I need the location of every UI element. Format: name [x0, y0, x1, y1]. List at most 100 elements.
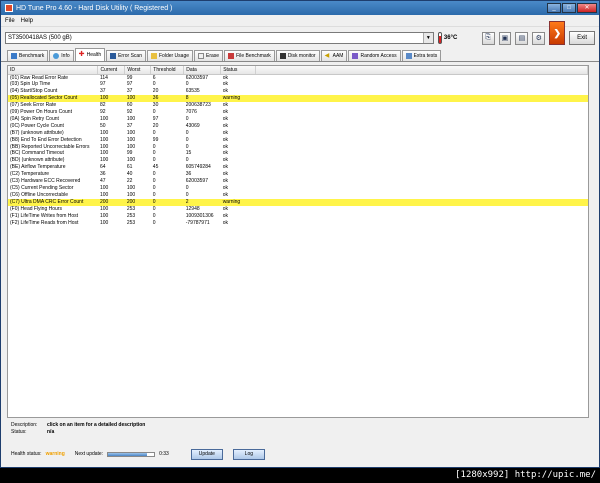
cell-status: warning — [220, 95, 256, 103]
table-row[interactable]: (F1) LifeTime Writes from Host 100 253 0 100… — [8, 213, 588, 220]
tab-health[interactable]: ✚ Health — [74, 48, 106, 61]
toolbar: ST3500418AS (500 gB) ▼ 36°C ⎘ ▣ ▤ ⚙ ❯ Ex… — [1, 21, 599, 49]
tab-label: Erase — [206, 53, 220, 59]
close-button[interactable]: ✕ — [577, 3, 597, 13]
cell-worst: 200 — [124, 198, 151, 206]
column-header-status[interactable]: Status — [220, 66, 257, 75]
cell-data: 63535 — [185, 88, 200, 95]
table-row[interactable]: (C5) Current Pending Sector 100 100 0 0 ok — [8, 185, 588, 192]
cell-threshold: 0 — [152, 129, 156, 136]
cell-worst: 100 — [126, 129, 136, 136]
menu-file[interactable]: File — [5, 18, 15, 24]
cell-id: (C6) Offline Uncorrectable — [10, 191, 68, 198]
tab-disk-monitor[interactable]: Disk monitor — [275, 50, 320, 61]
cell-current: 100 — [99, 185, 109, 191]
hdtune-logo-icon: ❯ — [549, 21, 566, 45]
table-row[interactable]: (F2) LifeTime Reads from Host 100 253 0 -797… — [8, 220, 588, 227]
cell-current: 200 — [97, 198, 125, 206]
table-row[interactable]: (0A) Spin Retry Count 100 100 97 0 ok — [8, 116, 588, 123]
update-button[interactable]: Update — [190, 448, 223, 460]
cell-worst: 100 — [126, 185, 136, 191]
table-row[interactable]: (F0) Head Flying Hours 100 253 0 12948 ok — [8, 206, 588, 213]
cell-data: 0 — [185, 191, 189, 198]
table-row[interactable]: (BB) Reported Uncorrectable Errors 100 100… — [8, 144, 588, 151]
table-row[interactable]: (BD) (unknown attribute) 100 100 0 0 ok — [8, 157, 588, 164]
title-bar[interactable]: HD Tune Pro 4.60 - Hard Disk Utility ( R… — [1, 1, 599, 15]
tab-folder-usage[interactable]: Folder Usage — [147, 50, 194, 61]
column-header-threshold[interactable]: Threshold — [150, 66, 185, 75]
cell-filler — [256, 137, 588, 144]
file-benchmark-icon — [228, 53, 235, 59]
table-row[interactable]: (B7) (unknown attribute) 100 100 0 0 ok — [8, 130, 588, 137]
cell-worst: 37 — [126, 88, 133, 95]
tab-erase[interactable]: Erase — [194, 50, 224, 61]
cell-filler — [256, 150, 588, 157]
cell-worst: 253 — [126, 219, 136, 226]
drive-select[interactable]: ST3500418AS (500 gB) ▼ — [5, 32, 434, 44]
cell-filler — [256, 220, 588, 227]
exit-button[interactable]: Exit — [569, 31, 595, 45]
error-scan-icon — [110, 53, 117, 59]
cell-data: 0 — [185, 136, 189, 143]
cell-current: 100 — [99, 205, 109, 212]
save-screenshot-button[interactable]: ▤ — [515, 31, 529, 45]
extra-tests-icon — [405, 53, 412, 59]
table-row[interactable]: (05) Reallocated Sector Count 100 100 36 8 wa… — [8, 95, 588, 103]
minimize-button[interactable]: _ — [547, 3, 561, 13]
tab-aam[interactable]: ◀ AAM — [320, 50, 348, 61]
tab-file-benchmark[interactable]: File Benchmark — [224, 50, 275, 61]
cell-status: ok — [222, 102, 228, 109]
cell-id: (BD) (unknown attribute) — [10, 157, 65, 164]
column-header-worst[interactable]: Worst — [124, 66, 152, 75]
tab-extra-tests[interactable]: Extra tests — [401, 50, 442, 61]
cell-data: 12948 — [185, 205, 200, 212]
cell-threshold: 45 — [152, 164, 159, 171]
copy-text-button[interactable]: ⎘ — [481, 31, 495, 45]
column-header-id[interactable]: ID — [8, 66, 99, 75]
tab-benchmark[interactable]: Benchmark — [7, 50, 49, 61]
cell-threshold: 0 — [152, 219, 156, 226]
options-button[interactable]: ⚙ — [532, 31, 546, 45]
table-row[interactable]: (C7) Ultra DMA CRC Error Count 200 200 0 2 wa… — [8, 198, 588, 206]
cell-threshold: 0 — [150, 198, 184, 206]
table-row[interactable]: (07) Seek Error Rate 82 60 30 200638723 ok — [8, 102, 588, 109]
table-row[interactable]: (BC) Command Timeout 100 99 0 15 ok — [8, 150, 588, 157]
table-row[interactable]: (BE) Airflow Temperature 64 61 45 605749284 o… — [8, 164, 588, 171]
cell-status: ok — [222, 164, 228, 171]
tab-random-access[interactable]: Random Access — [348, 50, 401, 61]
progress-fill — [108, 452, 148, 456]
cell-id: (03) Spin Up Time — [10, 81, 51, 88]
table-row[interactable]: (03) Spin Up Time 97 97 0 0 ok — [8, 81, 588, 88]
cell-status: ok — [222, 212, 228, 219]
tab-error-scan[interactable]: Error Scan — [106, 50, 146, 61]
table-row[interactable]: (C2) Temperature 36 40 0 36 ok — [8, 171, 588, 178]
table-row[interactable]: (0C) Power Cycle Count 50 37 20 43069 ok — [8, 123, 588, 130]
table-row[interactable]: (C6) Offline Uncorrectable 100 100 0 0 ok — [8, 192, 588, 199]
column-header-current[interactable]: Current — [97, 66, 126, 75]
cell-data: 36 — [185, 171, 192, 178]
maximize-button[interactable]: □ — [562, 3, 576, 13]
column-header-data[interactable]: Data — [183, 66, 222, 75]
cell-current: 50 — [99, 122, 106, 129]
copy-screenshot-button[interactable]: ▣ — [498, 31, 512, 45]
table-row[interactable]: (09) Power On Hours Count 92 92 0 7076 ok — [8, 109, 588, 116]
disk-monitor-icon — [279, 53, 286, 59]
menu-help[interactable]: Help — [21, 18, 33, 24]
cell-status: ok — [222, 171, 228, 178]
tab-info[interactable]: Info — [49, 50, 74, 61]
cell-filler — [256, 164, 588, 171]
description-value: click on an item for a detailed descript… — [47, 422, 146, 428]
table-row[interactable]: (B8) End To End Error Detection 100 100 99 0… — [8, 137, 588, 144]
table-row[interactable]: (C3) Hardware ECC Recovered 47 22 0 62003597… — [8, 178, 588, 185]
chevron-down-icon[interactable]: ▼ — [422, 33, 433, 43]
table-row[interactable]: (04) Start/Stop Count 37 37 20 63535 ok — [8, 88, 588, 95]
cell-current: 92 — [99, 109, 106, 116]
smart-table[interactable]: ID Current Worst Threshold Data Status (… — [7, 65, 589, 418]
cell-id: (01) Raw Read Error Rate — [10, 74, 69, 81]
cell-worst: 40 — [126, 171, 133, 178]
log-button[interactable]: Log — [232, 448, 265, 460]
cell-current: 36 — [99, 171, 106, 178]
cell-worst: 37 — [126, 122, 133, 129]
tab-label: Error Scan — [118, 53, 142, 59]
table-row[interactable]: (01) Raw Read Error Rate 114 99 6 62003597 ok — [8, 74, 588, 81]
